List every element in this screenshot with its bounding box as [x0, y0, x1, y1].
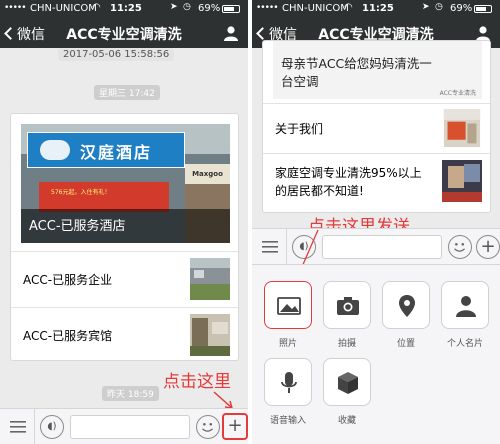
battery-fill	[224, 7, 234, 11]
date-pill: 星期三 17:42	[94, 85, 160, 100]
voice-icon[interactable]: ◖)	[40, 415, 64, 439]
contact-card-tile[interactable]	[441, 281, 489, 329]
favorites-label: 收藏	[337, 416, 356, 426]
emoji-icon[interactable]	[196, 415, 220, 439]
date-pill-yesterday: 昨天 18:59	[102, 386, 159, 401]
profile-icon[interactable]	[475, 25, 491, 41]
plus-button[interactable]: +	[476, 235, 500, 259]
favorites-box-icon	[338, 372, 358, 394]
left-screen: ••••• CHN-UNICOM ◠ 11:25 ➤ ◷ 69% 微信 ACC专…	[0, 0, 248, 444]
attachment-panel: 照片 拍摄 位置 个人名片 语音输入 收藏	[252, 264, 500, 444]
contact-card-label: 个人名片	[446, 339, 483, 349]
battery-icon	[474, 5, 492, 13]
signal-strength-icon: •••••	[4, 3, 27, 13]
status-bar: ••••• CHN-UNICOM ◠ 11:25 ➤ ◷ 69%	[0, 0, 248, 18]
article-card[interactable]: 母亲节ACC给您妈妈清洗一 台空调 ACC专业清洗 关于我们 家庭空调专业清洗9…	[262, 40, 491, 213]
article-card[interactable]: 汉庭酒店 576元起，入住有礼！ Maxgoo ACC-已服务酒店 ACC-已服…	[10, 113, 239, 361]
microphone-icon	[281, 372, 297, 393]
location-arrow-icon: ➤	[170, 2, 178, 12]
banner-cover[interactable]: 母亲节ACC给您妈妈清洗一 台空调 ACC专业清洗	[273, 41, 482, 99]
banner-title-line1: 母亲节ACC给您妈妈清洗一	[281, 56, 432, 71]
list-item-thumbnail	[442, 160, 482, 202]
list-item[interactable]: ACC-已服务宾馆	[11, 307, 238, 360]
carrier-name: CHN-UNICOM	[282, 3, 349, 14]
hotel-logo	[40, 140, 70, 160]
camera-icon	[337, 297, 359, 315]
input-divider	[34, 409, 35, 444]
shop-sign: Maxgoo	[185, 164, 230, 184]
location-tile[interactable]	[382, 281, 430, 329]
alarm-icon: ◷	[183, 2, 191, 12]
nav-bar: 微信 ACC专业空调清洗	[0, 18, 248, 48]
list-item-label: 的居民都不知道!	[275, 184, 364, 198]
list-item-thumbnail	[190, 314, 230, 356]
list-item[interactable]: ACC-已服务企业	[11, 251, 238, 307]
list-item-thumbnail	[190, 258, 230, 300]
message-input[interactable]	[322, 235, 442, 259]
battery-icon	[222, 5, 240, 13]
status-bar: ••••• CHN-UNICOM ◠ 11:25 ➤ ◷ 69%	[252, 0, 500, 18]
battery-fill	[476, 7, 486, 11]
signal-strength-icon: •••••	[256, 3, 279, 13]
location-icon	[399, 295, 415, 317]
list-item[interactable]: 关于我们	[263, 103, 490, 153]
list-item-label: ACC-已服务宾馆	[23, 329, 113, 343]
store-banner-text: 576元起，入住有礼！	[51, 189, 111, 196]
location-arrow-icon: ➤	[422, 2, 430, 12]
list-item-label: ACC-已服务企业	[23, 273, 113, 287]
list-item-thumbnail	[443, 109, 481, 147]
camera-tile[interactable]	[323, 281, 371, 329]
carrier-name: CHN-UNICOM	[30, 3, 97, 14]
voice-input-tile[interactable]	[264, 358, 312, 406]
list-item-label: 家庭空调专业清洗95%以上	[275, 166, 422, 180]
wifi-icon: ◠	[344, 2, 353, 13]
chat-input-bar: ◖) +	[0, 408, 248, 444]
banner-title-line2: 台空调	[281, 74, 319, 89]
battery-percent: 69%	[450, 3, 473, 14]
alarm-icon: ◷	[435, 2, 443, 12]
list-item-label: 关于我们	[275, 122, 324, 136]
plus-button[interactable]: +	[222, 413, 248, 440]
menu-icon[interactable]	[10, 420, 26, 434]
status-time: 11:25	[362, 3, 394, 14]
battery-percent: 69%	[198, 3, 221, 14]
hotel-sign: 汉庭酒店	[27, 132, 185, 168]
banner-brand-text: ACC专业清洗	[439, 90, 476, 97]
timestamp-partial: 2017-05-06 15:58:56	[58, 48, 175, 61]
right-screen: ••••• CHN-UNICOM ◠ 11:25 ➤ ◷ 69% 微信 ACC专…	[252, 0, 500, 444]
cover-caption: ACC-已服务酒店	[29, 219, 126, 234]
photo-tile[interactable]	[264, 281, 312, 329]
photo-icon	[277, 297, 301, 315]
status-time: 11:25	[110, 3, 142, 14]
emoji-icon[interactable]	[448, 235, 472, 259]
hotel-sign-text: 汉庭酒店	[80, 143, 153, 162]
wifi-icon: ◠	[92, 2, 101, 13]
page-title: ACC专业空调清洗	[66, 27, 182, 43]
list-item[interactable]: 家庭空调专业清洗95%以上 的居民都不知道!	[263, 153, 490, 212]
cover-image[interactable]: 汉庭酒店 576元起，入住有礼！ Maxgoo ACC-已服务酒店	[21, 124, 230, 243]
message-input[interactable]	[70, 415, 190, 439]
profile-icon[interactable]	[223, 25, 239, 41]
contact-card-icon	[456, 296, 476, 317]
annotation-tap-here: 点击这里	[163, 372, 231, 392]
favorites-tile[interactable]	[323, 358, 371, 406]
